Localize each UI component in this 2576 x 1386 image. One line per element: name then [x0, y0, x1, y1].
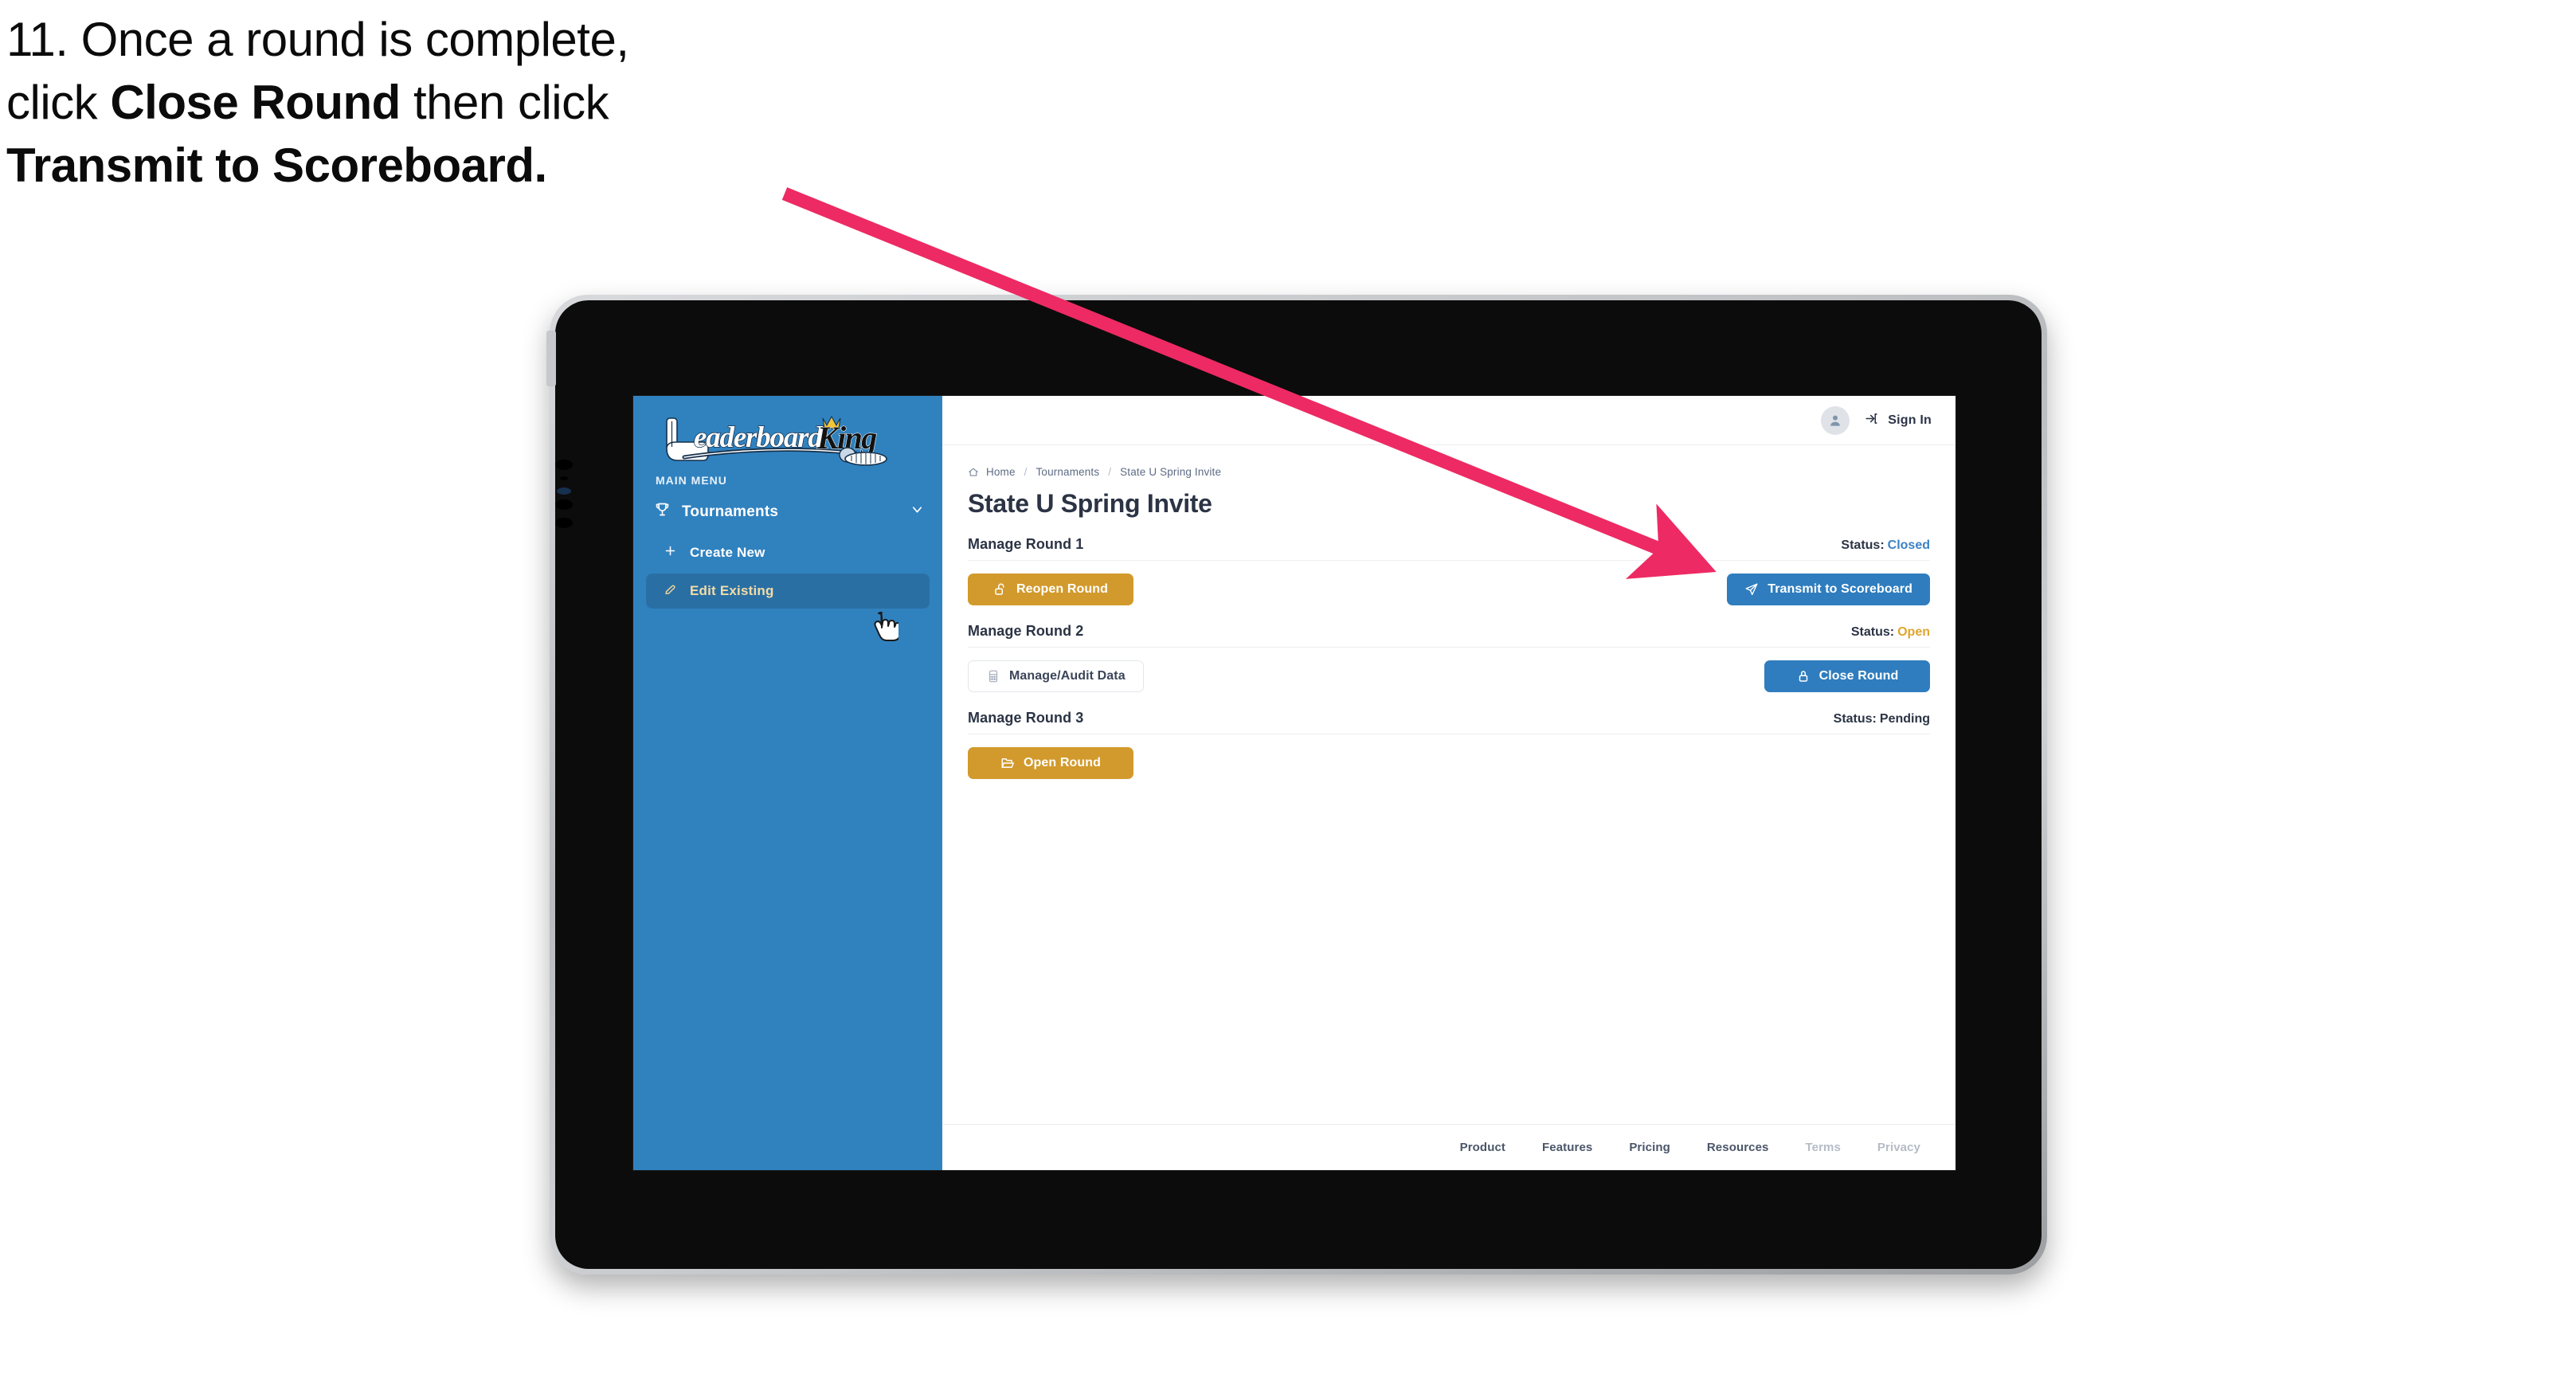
sign-in-label: Sign In	[1888, 413, 1932, 427]
open-round-label: Open Round	[1024, 756, 1101, 769]
sidebar: eaderboard King MAIN MENU Tournaments Cr…	[633, 396, 942, 1170]
tablet-speaker-dot-1	[555, 460, 573, 470]
round-2-title: Manage Round 2	[968, 623, 1084, 639]
caption-line-1: 11. Once a round is complete,	[6, 8, 867, 71]
main-panel: Sign In Home / Tournaments / State U Spr…	[942, 396, 1955, 1170]
round-2-status-value: Open	[1897, 625, 1930, 639]
home-icon	[968, 467, 979, 478]
sidebar-section-label: MAIN MENU	[656, 474, 727, 487]
sidebar-edit-existing-label: Edit Existing	[690, 583, 774, 598]
transmit-to-scoreboard-button[interactable]: Transmit to Scoreboard	[1727, 574, 1930, 605]
page-title: State U Spring Invite	[968, 489, 1212, 518]
footer-link-terms[interactable]: Terms	[1805, 1141, 1840, 1154]
caption-line-2: click Close Round then click	[6, 71, 867, 134]
top-bar: Sign In	[942, 396, 1955, 445]
round-2-actions: Manage/Audit Data Close Round	[968, 660, 1930, 692]
breadcrumb: Home / Tournaments / State U Spring Invi…	[968, 466, 1930, 478]
round-1-actions: Reopen Round Transmit to Scoreboard	[968, 574, 1930, 605]
caption-line-2-suffix: then click	[400, 76, 609, 130]
round-block-1: Manage Round 1 Status: Closed Reopen Rou…	[968, 536, 1930, 605]
caption-line-1-text: 11. Once a round is complete,	[6, 13, 629, 66]
round-1-header: Manage Round 1 Status: Closed	[968, 536, 1930, 561]
footer-link-product[interactable]: Product	[1460, 1141, 1505, 1154]
round-2-status-label: Status:	[1850, 625, 1895, 639]
round-3-title: Manage Round 3	[968, 710, 1084, 726]
sidebar-item-create-new[interactable]: Create New	[646, 535, 930, 570]
unlock-icon	[993, 582, 1008, 597]
app-logo[interactable]: eaderboard King	[633, 396, 942, 469]
paper-plane-icon	[1744, 582, 1759, 597]
sidebar-item-edit-existing[interactable]: Edit Existing	[646, 574, 930, 609]
sign-in-button[interactable]: Sign In	[1864, 411, 1932, 430]
round-block-3: Manage Round 3 Status: Pending Open Roun…	[968, 710, 1930, 779]
app-screen: eaderboard King MAIN MENU Tournaments Cr…	[633, 396, 1955, 1170]
caption-line-2-prefix: click	[6, 76, 111, 130]
footer-link-resources[interactable]: Resources	[1707, 1141, 1769, 1154]
close-round-label: Close Round	[1818, 669, 1899, 683]
sidebar-create-new-label: Create New	[690, 545, 765, 560]
tablet-power-button	[546, 331, 556, 386]
manage-audit-data-button[interactable]: Manage/Audit Data	[968, 660, 1144, 692]
footer-link-privacy[interactable]: Privacy	[1877, 1141, 1920, 1154]
sidebar-tournaments-label: Tournaments	[682, 503, 779, 520]
breadcrumb-item-current[interactable]: State U Spring Invite	[1120, 466, 1221, 478]
breadcrumb-separator: /	[1108, 466, 1112, 478]
transmit-to-scoreboard-label: Transmit to Scoreboard	[1768, 582, 1912, 596]
tablet-indicator-dot	[557, 487, 571, 495]
breadcrumb-separator: /	[1024, 466, 1028, 478]
tablet-speaker-dot-2	[560, 476, 568, 480]
round-1-title: Manage Round 1	[968, 536, 1084, 552]
round-2-status: Status: Open	[1851, 625, 1930, 640]
footer-link-features[interactable]: Features	[1542, 1141, 1592, 1154]
edit-pencil-icon	[664, 582, 677, 600]
user-avatar-icon[interactable]	[1821, 405, 1850, 435]
footer-link-pricing[interactable]: Pricing	[1629, 1141, 1670, 1154]
round-3-header: Manage Round 3 Status: Pending	[968, 710, 1930, 734]
round-3-status-label: Status:	[1833, 712, 1877, 726]
lock-icon	[1796, 669, 1811, 683]
chevron-down-icon[interactable]	[910, 502, 925, 522]
open-folder-icon	[1000, 756, 1015, 770]
close-round-button[interactable]: Close Round	[1764, 660, 1930, 692]
calculator-icon	[986, 669, 1000, 683]
footer: Product Features Pricing Resources Terms…	[942, 1124, 1955, 1170]
round-block-2: Manage Round 2 Status: Open Manage/Audit…	[968, 623, 1930, 692]
open-round-button[interactable]: Open Round	[968, 747, 1133, 779]
tablet-speaker-dot-3	[555, 499, 573, 510]
round-3-actions: Open Round	[968, 747, 1930, 779]
manage-audit-data-label: Manage/Audit Data	[1009, 669, 1126, 683]
content-area: Home / Tournaments / State U Spring Invi…	[942, 445, 1955, 1124]
breadcrumb-item-tournaments[interactable]: Tournaments	[1036, 466, 1100, 478]
caption-line-3: Transmit to Scoreboard.	[6, 134, 867, 197]
caption-transmit-bold: Transmit to Scoreboard.	[6, 139, 547, 193]
plus-icon	[664, 544, 677, 562]
sidebar-item-tournaments[interactable]: Tournaments	[633, 491, 942, 532]
round-2-header: Manage Round 2 Status: Open	[968, 623, 1930, 648]
tablet-speaker-dot-4	[555, 518, 573, 528]
reopen-round-label: Reopen Round	[1016, 582, 1108, 596]
logo-svg: eaderboard King	[666, 415, 887, 466]
sign-in-arrow-icon	[1864, 411, 1879, 430]
round-1-status: Status: Closed	[1841, 538, 1930, 553]
round-1-status-value: Closed	[1887, 538, 1930, 552]
caption-close-round-bold: Close Round	[110, 76, 401, 130]
round-3-status-value: Pending	[1879, 712, 1930, 726]
breadcrumb-item-home[interactable]: Home	[986, 466, 1016, 478]
instruction-caption: 11. Once a round is complete, click Clos…	[6, 8, 867, 198]
round-1-status-label: Status:	[1841, 538, 1885, 552]
trophy-icon	[654, 501, 671, 523]
round-3-status: Status: Pending	[1834, 712, 1930, 726]
reopen-round-button[interactable]: Reopen Round	[968, 574, 1133, 605]
